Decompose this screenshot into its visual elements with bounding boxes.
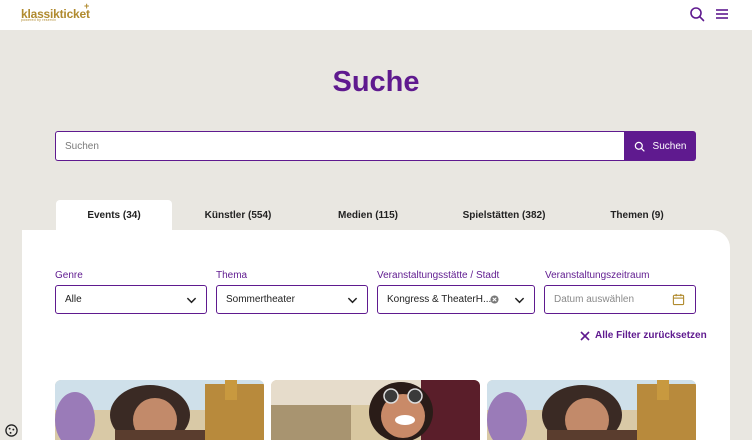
chevron-down-icon: [514, 297, 525, 304]
thema-label: Thema: [216, 270, 248, 281]
search-bar: Suchen: [55, 131, 696, 161]
event-card-image[interactable]: [487, 380, 696, 440]
tab-medien[interactable]: Medien (115): [310, 200, 426, 231]
event-card-image[interactable]: [55, 380, 264, 440]
calendar-icon[interactable]: [672, 293, 685, 306]
brand-logo[interactable]: klassikticket + powered by reservix: [21, 1, 90, 23]
venue-label: Veranstaltungsstätte / Stadt: [377, 270, 500, 281]
event-image: [271, 380, 480, 440]
tab-kuenstler[interactable]: Künstler (554): [180, 200, 296, 231]
top-navigation-bar: klassikticket + powered by reservix: [0, 0, 752, 30]
hamburger-menu-icon[interactable]: [714, 6, 730, 22]
event-card-image[interactable]: [271, 380, 480, 440]
search-input[interactable]: [55, 131, 625, 161]
brand-plus: +: [84, 1, 90, 11]
event-image: [55, 380, 264, 440]
chevron-down-icon: [186, 297, 197, 304]
clear-selection-icon[interactable]: [490, 295, 499, 304]
venue-value: Kongress & TheaterH...: [387, 294, 491, 305]
thema-select[interactable]: Sommertheater: [216, 285, 368, 314]
cookie-icon[interactable]: [5, 424, 18, 437]
tab-themen[interactable]: Themen (9): [578, 200, 696, 231]
search-button[interactable]: Suchen: [624, 131, 696, 161]
period-label: Veranstaltungszeitraum: [545, 270, 650, 281]
search-icon[interactable]: [689, 6, 705, 22]
thema-value: Sommertheater: [226, 294, 295, 305]
search-button-label: Suchen: [652, 140, 687, 152]
genre-label: Genre: [55, 270, 83, 281]
date-placeholder: Datum auswählen: [554, 294, 635, 305]
reset-filters-link[interactable]: Alle Filter zurücksetzen: [580, 330, 707, 341]
venue-select[interactable]: Kongress & TheaterH...: [377, 285, 535, 314]
date-picker[interactable]: Datum auswählen: [544, 285, 696, 314]
tab-spielstaetten[interactable]: Spielstätten (382): [440, 200, 568, 231]
page-title: Suche: [332, 66, 420, 98]
close-icon: [580, 330, 590, 341]
event-image: [487, 380, 696, 440]
brand-tagline: powered by reservix: [21, 18, 57, 22]
genre-value: Alle: [65, 294, 82, 305]
genre-select[interactable]: Alle: [55, 285, 207, 314]
chevron-down-icon: [347, 297, 358, 304]
reset-filters-label: Alle Filter zurücksetzen: [595, 330, 707, 341]
tab-events[interactable]: Events (34): [56, 200, 172, 231]
search-icon: [634, 141, 645, 152]
